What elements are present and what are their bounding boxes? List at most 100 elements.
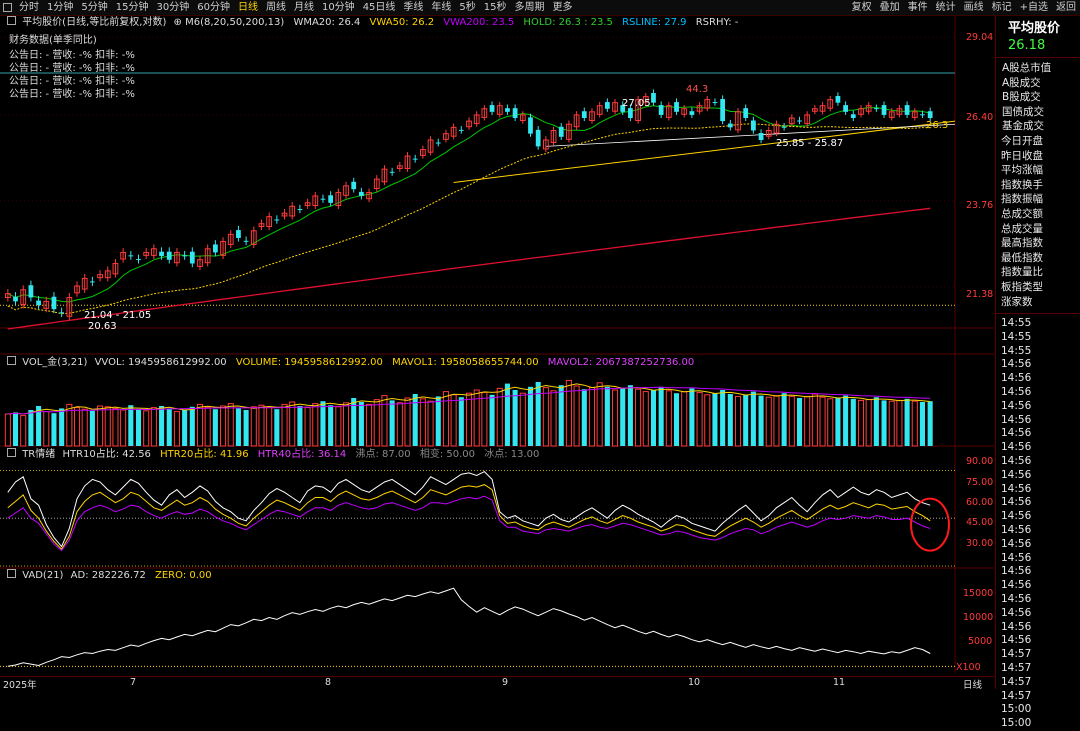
- tab-period[interactable]: 月线: [290, 0, 318, 15]
- candle-body: [505, 108, 510, 112]
- panel-time: 14:56: [1001, 593, 1032, 606]
- candle-body: [674, 102, 679, 112]
- volume-bar: [20, 415, 27, 447]
- volume-bar: [481, 391, 488, 447]
- vwa50-line: [7, 123, 931, 315]
- rsline-label: RSLINE: 27.9: [622, 17, 687, 28]
- volume-bar: [788, 395, 795, 447]
- tab-period[interactable]: 10分钟: [318, 0, 359, 15]
- tr-axis-label: 75.00: [966, 477, 994, 488]
- volume-bar: [335, 406, 342, 447]
- tr-name[interactable]: TR情绪: [22, 449, 55, 460]
- toolbar-button[interactable]: 返回: [1052, 0, 1080, 15]
- toolbar-button[interactable]: 复权: [848, 0, 876, 15]
- volume-bar: [250, 406, 257, 447]
- candle-body: [581, 111, 587, 119]
- volume-label: VOLUME: 1945958612992.00: [235, 357, 383, 368]
- tab-period[interactable]: 分时: [15, 0, 43, 15]
- toolbar-button[interactable]: 标记: [988, 0, 1016, 15]
- candle-body: [13, 296, 18, 302]
- volume-bar: [266, 407, 273, 447]
- candle-body: [727, 123, 733, 128]
- candle-body: [712, 102, 718, 104]
- panel-time: 14:56: [1001, 496, 1032, 509]
- panel-time: 14:57: [1001, 648, 1032, 661]
- toolbar-button[interactable]: 画线: [960, 0, 988, 15]
- volume-bar: [128, 405, 134, 446]
- volume-bar: [658, 386, 664, 446]
- tab-period[interactable]: 30分钟: [152, 0, 193, 15]
- panel-items: A股总市值 A股成交 B股成交 国债成交 基金成交 今日开盘 昨日收盘 平均涨幅 指数换手 指数振…: [996, 61, 1080, 309]
- volume-bar: [235, 408, 241, 446]
- panel-item: 指数振幅: [1001, 193, 1043, 206]
- price-axis-label: 23.76: [966, 200, 994, 211]
- tab-period[interactable]: 年线: [427, 0, 455, 15]
- toolbar-button[interactable]: +自选: [1016, 0, 1052, 15]
- candle-body: [435, 142, 441, 144]
- tab-period[interactable]: 15秒: [480, 0, 511, 15]
- panel-time: 14:56: [1001, 551, 1032, 564]
- tab-period[interactable]: 更多: [549, 0, 577, 15]
- candle-body: [720, 99, 726, 122]
- panel-time: 14:55: [1001, 317, 1032, 330]
- toolbar-button[interactable]: 叠加: [876, 0, 904, 15]
- tab-period[interactable]: 60分钟: [193, 0, 234, 15]
- candle-body: [189, 251, 195, 264]
- indicator-label[interactable]: M6(8,20,50,200,13): [185, 17, 284, 28]
- vad-axis-label: 10000: [963, 612, 994, 623]
- toolbar-button[interactable]: 统计: [932, 0, 960, 15]
- tab-period[interactable]: 5分钟: [77, 0, 111, 15]
- boil-label: 沸点: 87.00: [355, 449, 411, 460]
- tr-header: TR情绪 HTR10占比: 42.56 HTR20占比: 41.96 HTR40…: [4, 448, 539, 461]
- price-axis-label: 26.40: [966, 112, 994, 123]
- vol-name[interactable]: VOL_金(3,21): [22, 357, 87, 368]
- financial-row: 公告日: - 营收: -% 扣非: -%: [9, 76, 135, 87]
- tab-period[interactable]: 日线: [234, 0, 262, 15]
- volume-bar: [504, 383, 510, 446]
- quote-panel: 平均股价 26.18 A股总市值 A股成交 B股成交 国债成交 基金成交 今日开盘 昨日收盘…: [995, 16, 1080, 729]
- volume-bar: [196, 403, 204, 447]
- vad-unit-label: X100: [956, 662, 981, 673]
- tab-period[interactable]: 45日线: [359, 0, 400, 15]
- volume-bar: [289, 401, 296, 447]
- volume-bar: [166, 408, 172, 446]
- volume-bar: [673, 393, 680, 446]
- volume-bar: [642, 391, 649, 447]
- volume-bar: [827, 398, 834, 447]
- square-icon: [7, 569, 16, 578]
- vol-header: VOL_金(3,21) VVOL: 1945958612992.00 VOLUM…: [4, 356, 694, 369]
- volume-bar: [389, 400, 395, 446]
- zero-label: ZERO: 0.00: [155, 570, 212, 581]
- tab-period[interactable]: 季线: [399, 0, 427, 15]
- vad-name[interactable]: VAD(21): [22, 570, 63, 581]
- panel-time: 15:00: [1001, 703, 1032, 716]
- volume-bar: [542, 387, 549, 447]
- htr10-label: HTR10占比: 42.56: [62, 449, 151, 460]
- panel-time: 15:00: [1001, 717, 1032, 730]
- volume-bar: [328, 405, 334, 446]
- tab-period[interactable]: 15分钟: [112, 0, 153, 15]
- volume-bar: [750, 391, 756, 446]
- volume-bar: [765, 396, 772, 447]
- price-axis-label: 21.38: [966, 289, 994, 300]
- candle-body: [166, 251, 172, 260]
- volume-bar: [43, 411, 50, 447]
- volume-bar: [489, 394, 495, 446]
- volume-bar: [419, 398, 426, 447]
- panel-item: 最高指数: [1001, 237, 1043, 250]
- tr-series-line: [7, 484, 931, 551]
- tab-period[interactable]: 1分钟: [43, 0, 77, 15]
- volume-bar: [857, 399, 865, 447]
- tab-period[interactable]: 多周期: [511, 0, 549, 15]
- volume-bar: [212, 409, 218, 446]
- toolbar-button[interactable]: 事件: [904, 0, 932, 15]
- volume-bar: [689, 388, 695, 446]
- volume-bar: [650, 390, 656, 446]
- tab-period[interactable]: 周线: [262, 0, 290, 15]
- candle-body: [351, 181, 357, 190]
- panel-time: 14:56: [1001, 427, 1032, 440]
- chevron-down-icon[interactable]: ⊕: [174, 17, 182, 28]
- tab-period[interactable]: 5秒: [455, 0, 479, 15]
- ad-label: AD: 282226.72: [70, 570, 146, 581]
- candle-body: [243, 240, 249, 242]
